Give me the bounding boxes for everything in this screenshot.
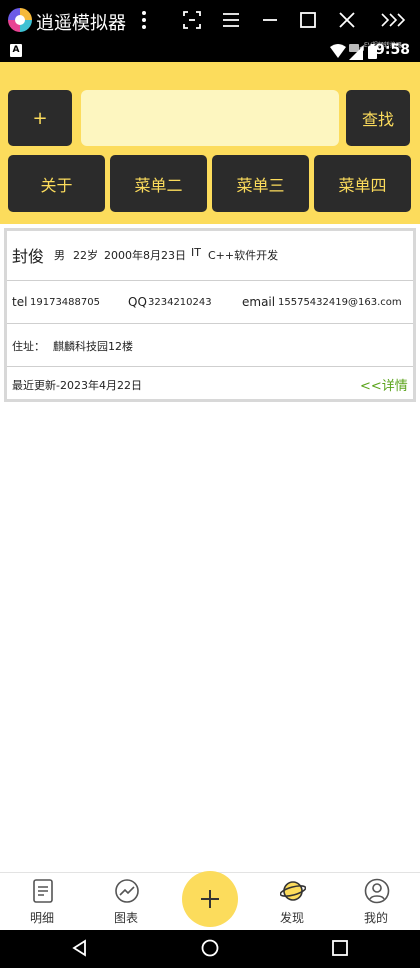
more-vertical-icon[interactable] xyxy=(132,8,156,32)
details-link[interactable]: <<详情 xyxy=(360,375,408,394)
contact-address-row: 住址： 麒麟科技园12楼 xyxy=(7,324,413,367)
contact-name: 封俊 xyxy=(12,247,45,266)
wifi-icon xyxy=(330,44,346,58)
nav-item-discover[interactable]: 发现 xyxy=(262,873,322,931)
recents-icon[interactable] xyxy=(331,939,349,957)
address-value: 麒麟科技园12楼 xyxy=(53,340,133,353)
emulator-title-bar: 逍遥模拟器 xyxy=(0,0,420,40)
email-label: email xyxy=(242,295,276,309)
contact-phone-row: tel 19173488705 QQ 3234210243 email 1557… xyxy=(7,281,413,324)
qq-label: QQ xyxy=(128,295,147,309)
back-icon[interactable] xyxy=(71,939,89,957)
planet-icon xyxy=(280,881,306,901)
app-header: + 查找 关于 菜单二 菜单三 菜单四 xyxy=(0,62,420,224)
qq-value[interactable]: 3234210243 xyxy=(148,297,212,308)
menu-two-button[interactable]: 菜单二 xyxy=(110,155,207,212)
nav-label-charts: 图表 xyxy=(113,911,138,925)
home-icon[interactable] xyxy=(200,938,220,958)
search-button[interactable]: 查找 xyxy=(346,90,410,146)
maximize-icon[interactable] xyxy=(296,8,320,32)
fab-add-button[interactable] xyxy=(182,871,238,927)
contact-age: 22岁 xyxy=(73,249,98,262)
signal-icon xyxy=(349,46,363,60)
trend-chart-icon xyxy=(115,879,139,903)
nav-item-details[interactable]: 明细 xyxy=(12,873,72,931)
plus-icon xyxy=(201,890,219,908)
nav-item-charts[interactable]: 图表 xyxy=(96,873,156,931)
search-input[interactable] xyxy=(81,90,339,146)
status-time: 9:58 xyxy=(375,42,410,58)
close-icon[interactable] xyxy=(335,8,359,32)
document-icon xyxy=(33,879,53,903)
android-nav-bar xyxy=(0,930,420,968)
nav-label-discover: 发现 xyxy=(279,911,304,925)
email-value[interactable]: 15575432419@163.com xyxy=(278,297,402,308)
nav-item-mine[interactable]: 我的 xyxy=(346,873,406,931)
app-root: 逍遥模拟器 A EV视频转换器 9:58 + 查找 关于 菜单二 菜单三 菜单四… xyxy=(0,0,420,968)
nav-label-mine: 我的 xyxy=(363,911,388,925)
user-icon xyxy=(364,878,390,904)
expand-sidebar-icon[interactable] xyxy=(378,8,408,32)
tel-value[interactable]: 19173488705 xyxy=(30,297,100,308)
contact-gender: 男 xyxy=(54,249,65,262)
menu-three-button[interactable]: 菜单三 xyxy=(212,155,309,212)
menu-four-button[interactable]: 菜单四 xyxy=(314,155,411,212)
minimize-icon[interactable] xyxy=(258,8,282,32)
notification-a-icon: A xyxy=(10,44,22,57)
emulator-title: 逍遥模拟器 xyxy=(36,13,126,34)
emulator-logo-icon xyxy=(8,8,32,32)
address-label: 住址： xyxy=(12,340,45,353)
contact-basic-row: 封俊 男 22岁 2000年8月23日 IT C++软件开发 xyxy=(7,231,413,281)
menu-about-button[interactable]: 关于 xyxy=(8,155,105,212)
status-bar: A EV视频转换器 9:58 xyxy=(0,40,420,62)
last-updated: 最近更新-2023年4月22日 xyxy=(12,379,142,392)
menu-icon[interactable] xyxy=(219,8,243,32)
nav-label-details: 明细 xyxy=(29,911,54,925)
contact-card[interactable]: 封俊 男 22岁 2000年8月23日 IT C++软件开发 tel 19173… xyxy=(4,228,416,402)
contact-job: C++软件开发 xyxy=(208,249,279,262)
screenshot-icon[interactable] xyxy=(180,8,204,32)
contact-birthday: 2000年8月23日 xyxy=(104,249,186,262)
tel-label: tel xyxy=(12,295,28,309)
add-button[interactable]: + xyxy=(8,90,72,146)
contact-update-row: 最近更新-2023年4月22日 <<详情 xyxy=(7,367,413,399)
contact-field: IT xyxy=(191,246,201,259)
